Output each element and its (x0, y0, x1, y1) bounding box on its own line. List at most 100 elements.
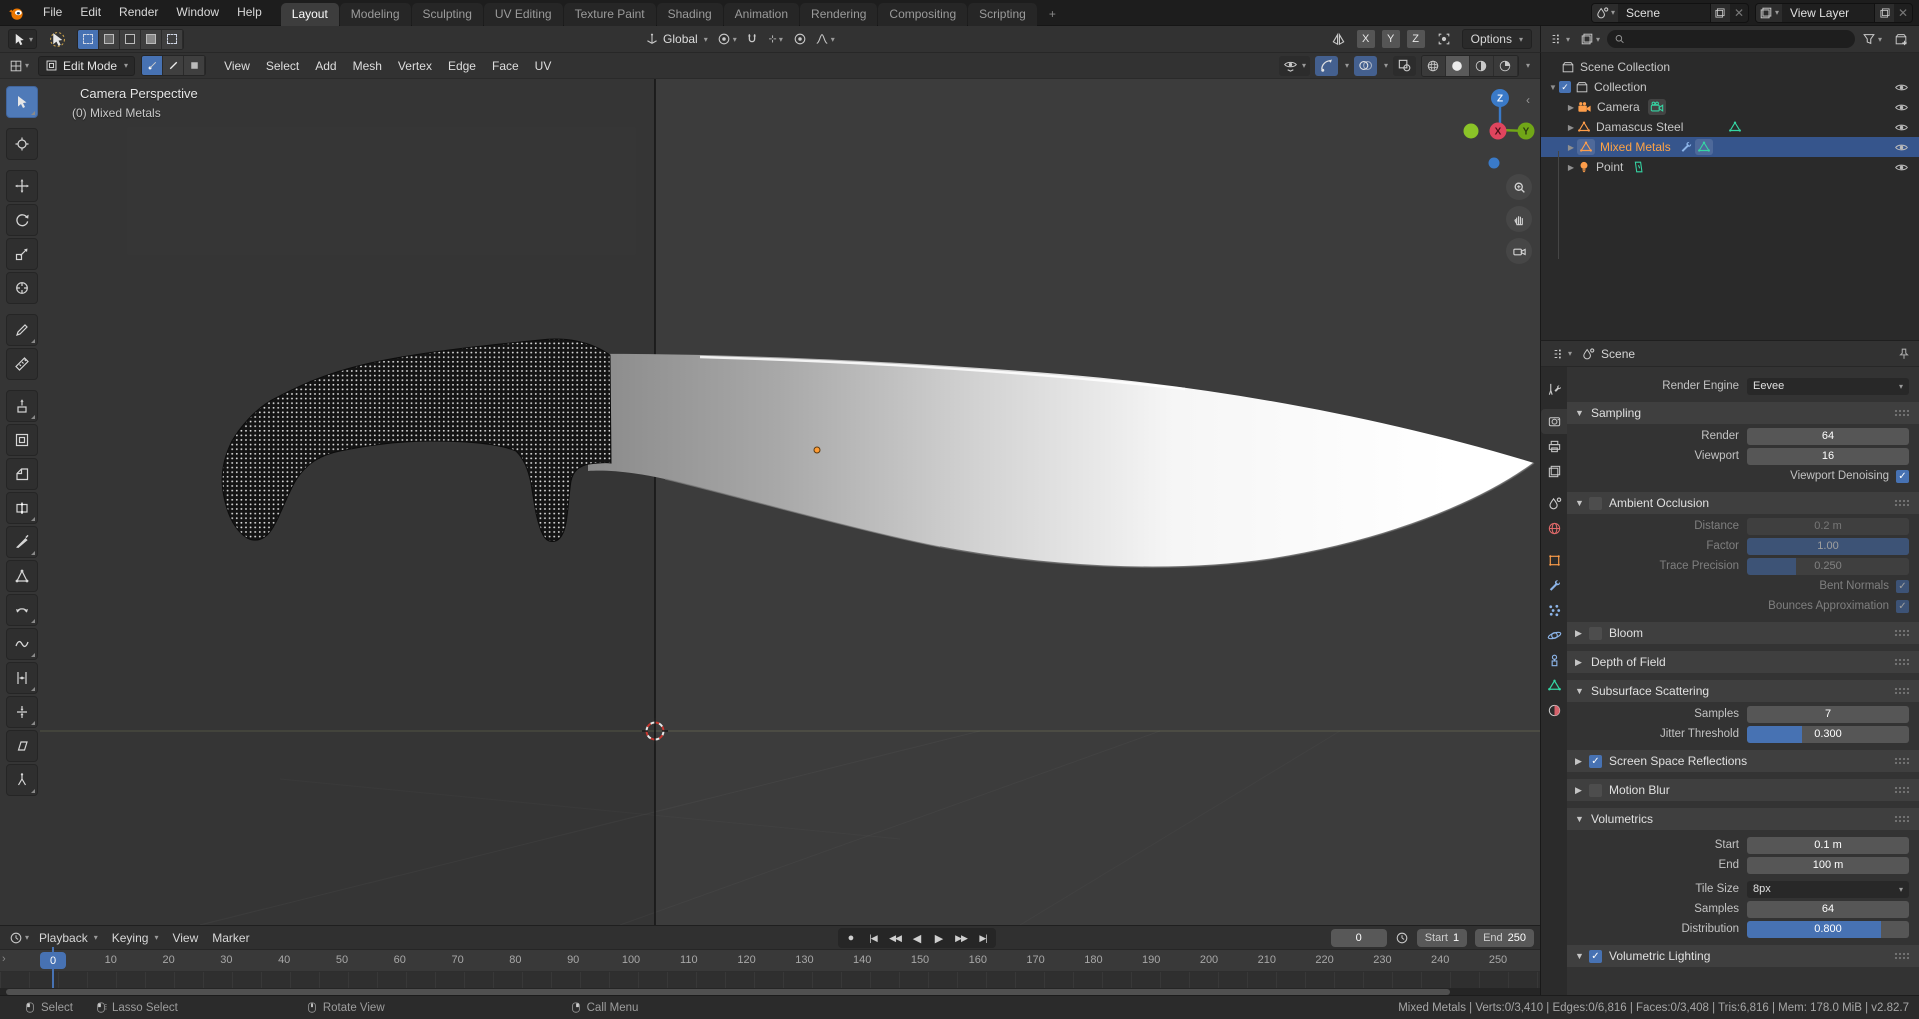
sampling-render-field[interactable]: 64 (1747, 427, 1909, 445)
tool-shrink-fatten[interactable] (6, 696, 38, 728)
ssr-checkbox[interactable]: ✓ (1589, 754, 1602, 768)
transform-orientation-dropdown[interactable]: Global ▾ (639, 32, 714, 46)
menu-edit[interactable]: Edit (71, 0, 110, 25)
record-button[interactable]: ● (841, 929, 861, 947)
menu-vertex[interactable]: Vertex (390, 59, 440, 73)
current-frame-field[interactable]: 0 (1330, 929, 1387, 947)
hide-eye-icon[interactable] (1894, 120, 1909, 135)
tab-sculpting[interactable]: Sculpting (411, 2, 483, 26)
snap-options-dropdown[interactable]: ⊹ ▾ (764, 29, 788, 49)
mesh-data-icon[interactable] (1728, 120, 1742, 134)
scene-copy-button[interactable] (1709, 3, 1730, 22)
section-depth-of-field[interactable]: ▶ Depth of Field (1567, 651, 1919, 673)
tab-layout[interactable]: Layout (280, 2, 339, 26)
tab-texture-paint[interactable]: Texture Paint (563, 2, 656, 26)
play-reverse-button[interactable]: ◀ (907, 929, 927, 947)
section-ambient-occlusion[interactable]: ▼ Ambient Occlusion (1567, 492, 1919, 514)
render-engine-dropdown[interactable]: Eevee ▾ (1747, 377, 1909, 395)
camera-data-icon[interactable] (1647, 99, 1666, 115)
select-subtract-button[interactable] (120, 29, 142, 49)
pin-icon[interactable] (1897, 347, 1911, 361)
navigation-gizmo[interactable]: Z Y X (1420, 79, 1540, 179)
sss-samples-field[interactable]: 7 (1747, 705, 1909, 723)
select-intersect-button[interactable] (162, 29, 184, 49)
tab-scene[interactable] (1541, 491, 1567, 516)
tool-annotate[interactable] (6, 314, 38, 346)
current-frame-indicator[interactable]: 0 (40, 952, 66, 969)
scene-unlink-button[interactable]: ✕ (1730, 6, 1748, 20)
tool-transform[interactable] (6, 272, 38, 304)
outliner-search-input[interactable] (1630, 33, 1848, 45)
tab-compositing[interactable]: Compositing (878, 2, 968, 26)
mirror-y-button[interactable]: Y (1381, 30, 1400, 48)
tool-scale[interactable] (6, 238, 38, 270)
shading-wireframe-button[interactable] (1421, 55, 1446, 76)
blender-logo-icon[interactable] (8, 4, 26, 22)
frame-start-field[interactable]: Start 1 (1416, 929, 1468, 947)
xray-toggle[interactable] (1392, 55, 1416, 76)
outliner-row-scene-collection[interactable]: Scene Collection (1541, 57, 1919, 77)
menu-help[interactable]: Help (228, 0, 271, 25)
hide-eye-icon[interactable] (1894, 160, 1909, 175)
tool-measure[interactable] (6, 348, 38, 380)
tool-knife[interactable] (6, 526, 38, 558)
volumetrics-end-field[interactable]: 100 m (1747, 856, 1909, 874)
hide-eye-icon[interactable] (1894, 80, 1909, 95)
scene-selector[interactable]: ▾ Scene ✕ (1590, 2, 1749, 23)
next-keyframe-button[interactable]: ▶▶ (951, 929, 971, 947)
play-button[interactable]: ▶ (929, 929, 949, 947)
ambient-occlusion-checkbox[interactable] (1589, 496, 1602, 510)
volumetrics-start-field[interactable]: 0.1 m (1747, 836, 1909, 854)
jump-to-start-button[interactable]: |◀ (863, 929, 883, 947)
tab-physics[interactable] (1541, 623, 1567, 648)
disclosure-triangle-icon[interactable]: ▼ (1547, 83, 1559, 92)
tab-object-data[interactable] (1541, 673, 1567, 698)
menu-mesh[interactable]: Mesh (345, 59, 390, 73)
tab-scripting[interactable]: Scripting (968, 2, 1037, 26)
select-difference-button[interactable] (141, 29, 163, 49)
tab-shading[interactable]: Shading (656, 2, 723, 26)
tab-particles[interactable] (1541, 598, 1567, 623)
tool-smooth[interactable] (6, 628, 38, 660)
zoom-icon[interactable] (1506, 174, 1532, 200)
shading-rendered-button[interactable] (1493, 55, 1518, 76)
disclosure-triangle-icon[interactable]: ▶ (1565, 143, 1577, 152)
show-overlays-toggle[interactable] (1353, 55, 1377, 76)
mode-dropdown[interactable]: Edit Mode ▾ (38, 55, 136, 76)
active-tool-dropdown[interactable]: ▾ (8, 29, 38, 49)
tool-rotate[interactable] (6, 204, 38, 236)
drag-dots-icon[interactable] (1894, 814, 1909, 824)
section-motion-blur[interactable]: ▶ Motion Blur (1567, 779, 1919, 801)
timeline-ruler[interactable]: › 0 10 20 30 40 50 60 70 80 90 100 110 120 130 140 150… (0, 950, 1540, 972)
tab-object[interactable] (1541, 548, 1567, 573)
tab-constraints[interactable] (1541, 648, 1567, 673)
tool-poly-build[interactable] (6, 560, 38, 592)
viewport-denoising-checkbox[interactable]: ✓ (1896, 469, 1909, 483)
tool-loop-cut[interactable] (6, 492, 38, 524)
edge-select-button[interactable] (163, 56, 185, 75)
camera-view-icon[interactable] (1506, 238, 1532, 264)
ao-factor-slider[interactable]: 1.00 (1747, 537, 1909, 555)
mirror-x-button[interactable]: X (1356, 30, 1375, 48)
snap-target-icon[interactable] (1432, 29, 1456, 49)
disclosure-triangle-icon[interactable]: ▶ (1565, 123, 1577, 132)
tool-spin[interactable] (6, 594, 38, 626)
bounces-approximation-checkbox[interactable]: ✓ (1896, 599, 1909, 613)
timeline-menu-playback[interactable]: Playback ▾ (32, 931, 105, 945)
tab-view-layer[interactable] (1541, 459, 1567, 484)
menu-window[interactable]: Window (167, 0, 228, 25)
overlays-dropdown[interactable]: ▾ (1384, 61, 1388, 70)
auto-keying-icon[interactable] (1395, 931, 1409, 945)
outliner-row-collection[interactable]: ▼ ✓ Collection (1541, 77, 1919, 97)
outliner-search[interactable] (1607, 30, 1855, 48)
drag-dots-icon[interactable] (1894, 657, 1909, 667)
shading-dropdown[interactable]: ▾ (1526, 61, 1530, 70)
viewport-3d[interactable]: Camera Perspective (0) Mixed Metals ‹ Z … (0, 79, 1540, 925)
outliner-row-camera[interactable]: ▶ Camera (1541, 97, 1919, 117)
jump-to-end-button[interactable]: ▶| (973, 929, 993, 947)
tab-render[interactable] (1541, 409, 1567, 434)
ao-trace-precision-slider[interactable]: 0.250 (1747, 557, 1909, 575)
bent-normals-checkbox[interactable]: ✓ (1896, 579, 1909, 593)
view-layer-selector[interactable]: ▾ View Layer ✕ (1754, 2, 1913, 23)
timeline-menu-marker[interactable]: Marker (205, 931, 256, 945)
